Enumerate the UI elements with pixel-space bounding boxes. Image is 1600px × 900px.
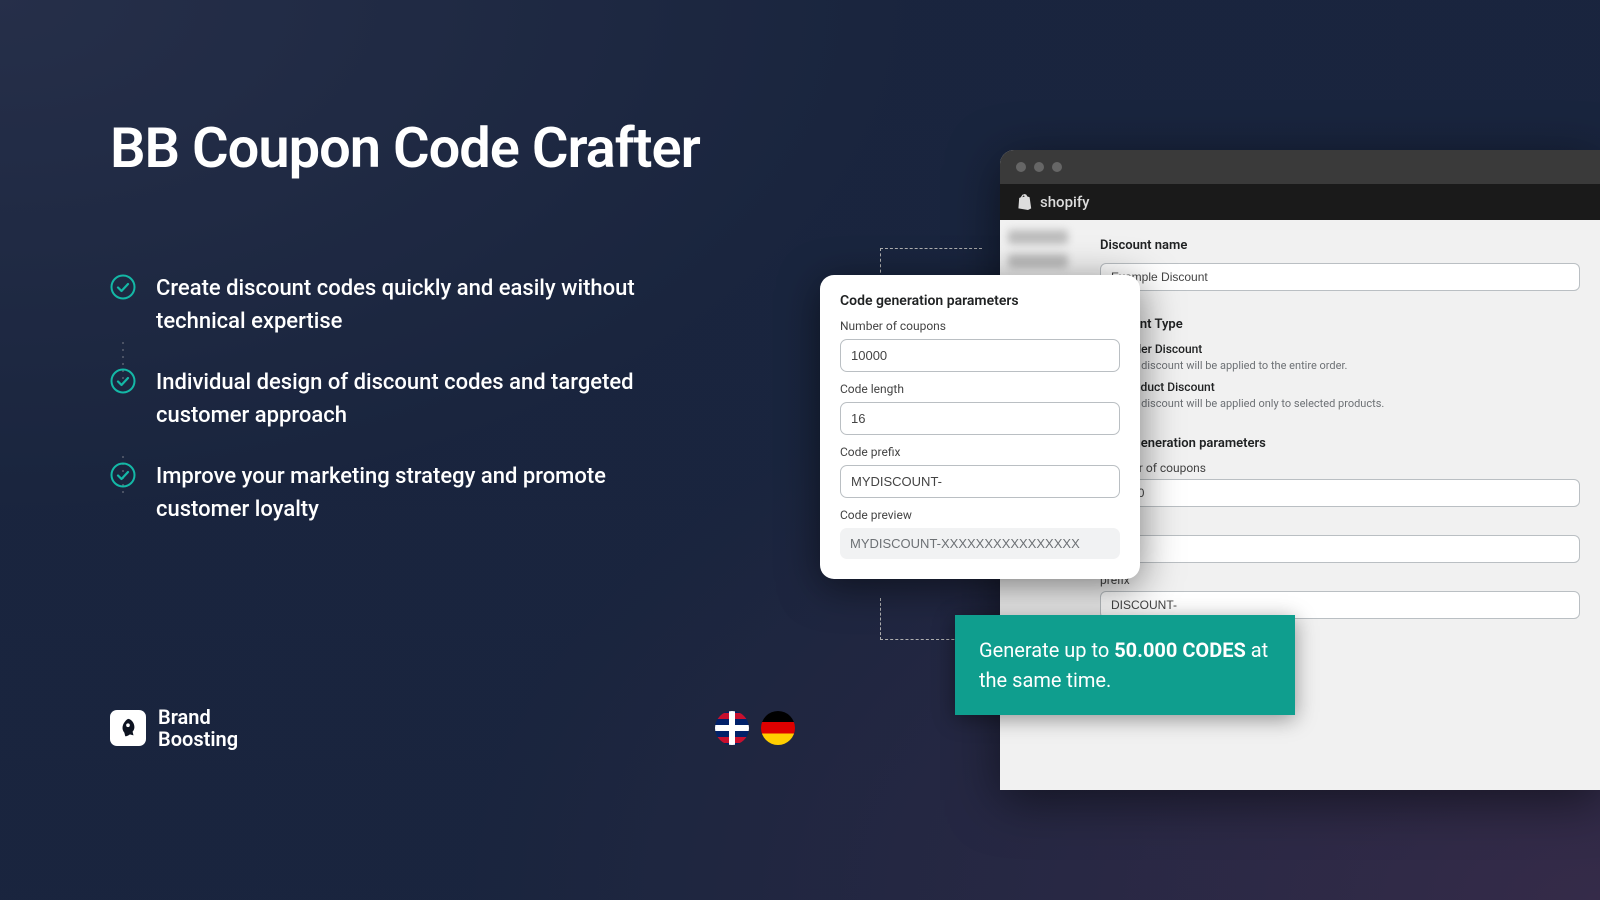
feature-item: Create discount codes quickly and easily… <box>110 272 650 338</box>
page-title: BB Coupon Code Crafter <box>110 115 700 181</box>
radio-product-discount[interactable]: Product Discount <box>1100 380 1580 394</box>
num-coupons-input[interactable] <box>840 339 1120 372</box>
len-bg-label: length <box>1100 517 1580 531</box>
code-length-label: Code length <box>840 382 1120 396</box>
discount-type-label: Discount Type <box>1100 317 1580 332</box>
feature-text: Create discount codes quickly and easily… <box>156 272 650 338</box>
dashed-connector <box>880 248 982 278</box>
codegen-card: Code generation parameters Number of cou… <box>820 275 1140 579</box>
feature-text: Improve your marketing strategy and prom… <box>156 460 650 526</box>
check-icon <box>110 274 136 300</box>
feature-list: Create discount codes quickly and easily… <box>110 272 650 554</box>
len-bg-input[interactable] <box>1100 535 1580 563</box>
feature-item: Improve your marketing strategy and prom… <box>110 460 650 526</box>
code-preview-field <box>840 528 1120 559</box>
check-icon <box>110 462 136 488</box>
radio-desc: The discount will be applied to the enti… <box>1120 359 1580 372</box>
codegen-bg-title: Code generation parameters <box>1100 436 1580 451</box>
rocket-icon <box>110 710 146 746</box>
feature-text: Individual design of discount codes and … <box>156 366 650 432</box>
code-prefix-input[interactable] <box>840 465 1120 498</box>
shopify-icon <box>1016 193 1032 211</box>
callout-banner: Generate up to 50.000 CODES at the same … <box>955 615 1295 715</box>
discount-name-label: Discount name <box>1100 238 1580 253</box>
traffic-light-icon <box>1034 162 1044 172</box>
flag-uk-icon <box>715 711 749 745</box>
num-coupons-bg-input[interactable] <box>1100 479 1580 507</box>
radio-order-discount[interactable]: Order Discount <box>1100 342 1580 356</box>
traffic-light-icon <box>1016 162 1026 172</box>
codegen-title: Code generation parameters <box>840 293 1120 309</box>
brand-logo: Brand Boosting <box>110 706 238 750</box>
platform-label: shopify <box>1040 193 1089 211</box>
language-flags <box>715 711 795 745</box>
check-icon <box>110 368 136 394</box>
feature-item: Individual design of discount codes and … <box>110 366 650 432</box>
code-length-input[interactable] <box>840 402 1120 435</box>
num-coupons-label: Number of coupons <box>840 319 1120 333</box>
code-preview-label: Code preview <box>840 508 1120 522</box>
discount-name-input[interactable] <box>1100 263 1580 291</box>
brand-name: Brand Boosting <box>158 706 238 750</box>
radio-desc: The discount will be applied only to sel… <box>1120 397 1580 410</box>
traffic-light-icon <box>1052 162 1062 172</box>
window-titlebar <box>1000 150 1600 184</box>
prefix-bg-label: prefix <box>1100 573 1580 587</box>
num-coupons-bg-label: Number of coupons <box>1100 461 1580 475</box>
shopify-header: shopify <box>1000 184 1600 220</box>
flag-de-icon <box>761 711 795 745</box>
code-prefix-label: Code prefix <box>840 445 1120 459</box>
